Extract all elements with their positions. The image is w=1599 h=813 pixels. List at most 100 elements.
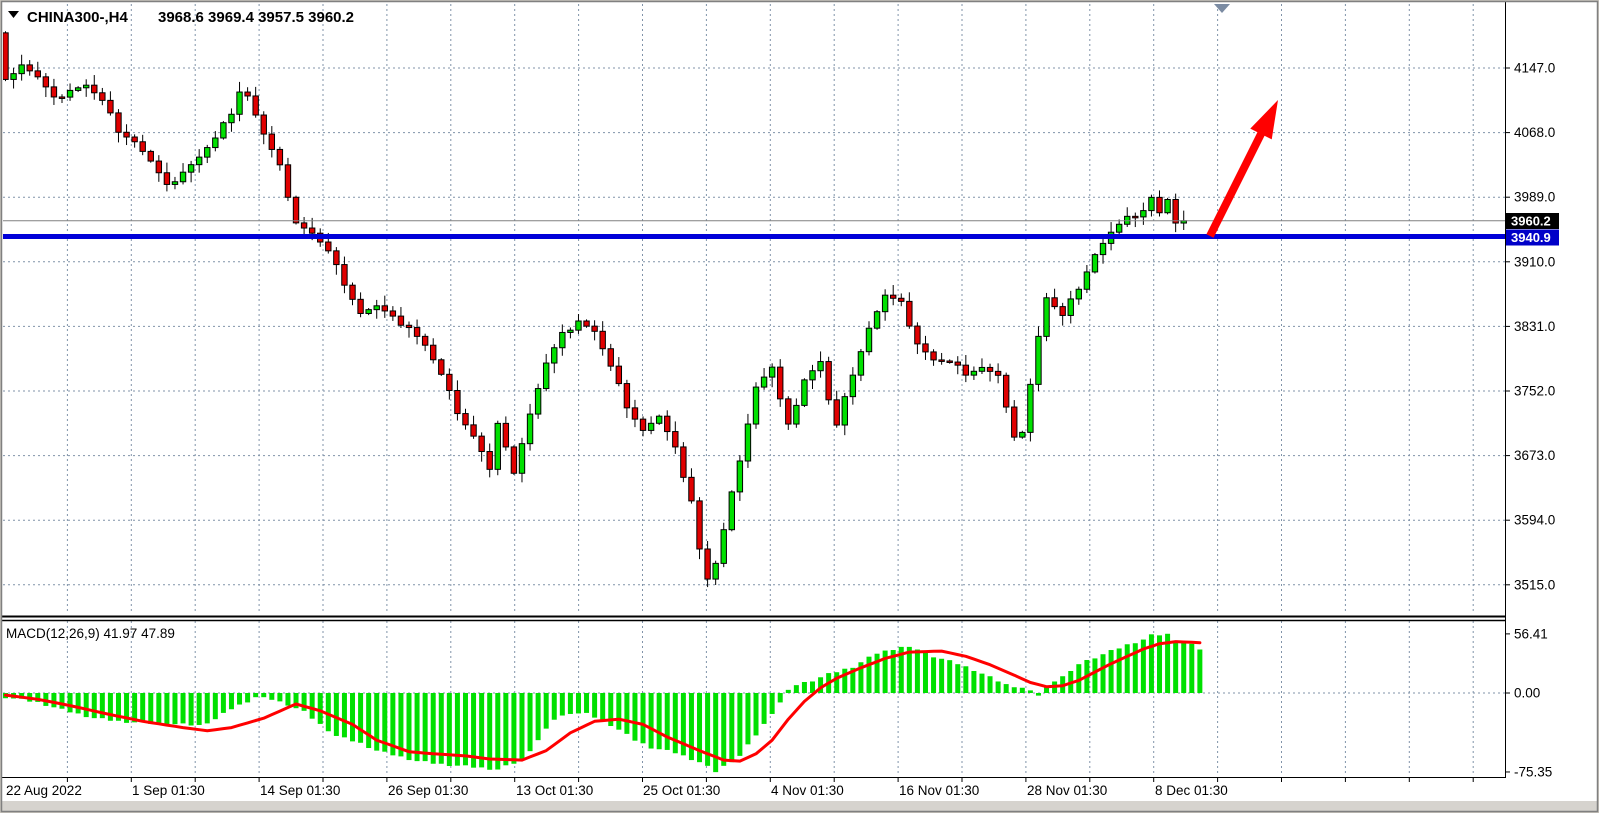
macd-histogram-bar — [665, 693, 670, 750]
bottom-strip — [2, 801, 1597, 811]
macd-histogram-bar — [770, 693, 775, 714]
macd-histogram-bar — [536, 693, 541, 740]
candle-bearish — [511, 445, 516, 475]
macd-histogram-bar — [996, 681, 1001, 693]
macd-histogram-bar — [92, 693, 97, 718]
candle-bearish — [681, 442, 686, 482]
macd-histogram-bar — [164, 693, 169, 725]
candle-bearish — [285, 158, 290, 201]
macd-histogram-bar — [754, 693, 759, 735]
date-tick-label: 22 Aug 2022 — [6, 783, 82, 798]
mt4-chart-window: 4147.04068.03989.03910.03831.03752.03673… — [0, 0, 1599, 813]
candle-bullish — [495, 421, 500, 476]
macd-histogram-bar — [334, 693, 339, 736]
ohlc-readout: 3968.6 3969.4 3957.5 3960.2 — [158, 9, 354, 26]
current-price-badge: 3960.2 — [1506, 213, 1559, 229]
macd-histogram-bar — [552, 693, 557, 720]
date-tick-label: 16 Nov 01:30 — [899, 783, 979, 798]
macd-histogram-bar — [261, 693, 266, 697]
candle-bearish — [3, 31, 8, 81]
macd-histogram-bar — [1149, 634, 1154, 693]
macd-histogram-bar — [947, 660, 952, 693]
candle-bullish — [1036, 326, 1041, 391]
candle-bullish — [221, 121, 226, 140]
macd-histogram-bar — [1004, 684, 1009, 693]
candle-bullish — [1092, 253, 1097, 274]
macd-histogram-bar — [423, 693, 428, 761]
macd-histogram-bar — [253, 693, 258, 697]
candle-bullish — [721, 523, 726, 567]
macd-histogram-bar — [1189, 644, 1194, 693]
macd-histogram-bar — [745, 693, 750, 744]
candle-bullish — [1165, 198, 1170, 215]
macd-histogram-bar — [84, 693, 89, 717]
macd-histogram-bar — [713, 693, 718, 772]
macd-histogram-bar — [616, 693, 621, 730]
macd-histogram-bar — [778, 693, 783, 702]
macd-histogram-bar — [737, 693, 742, 756]
price-tick-label: 3752.0 — [1514, 383, 1555, 398]
macd-histogram-bar — [511, 693, 516, 764]
candle-bullish — [729, 490, 734, 531]
macd-histogram-bar — [148, 693, 153, 724]
chart-canvas[interactable]: 4147.04068.03989.03910.03831.03752.03673… — [0, 0, 1599, 813]
macd-histogram-bar — [600, 693, 605, 720]
macd-histogram-bar — [213, 693, 218, 719]
macd-tick-label: 56.41 — [1514, 626, 1548, 641]
macd-histogram-bar — [1101, 654, 1106, 693]
date-tick-label: 8 Dec 01:30 — [1155, 783, 1228, 798]
price-tick-label: 4147.0 — [1514, 61, 1555, 76]
macd-histogram-bar — [197, 693, 202, 725]
chart-header: CHINA300-,H4 3968.6 3969.4 3957.5 3960.2 — [8, 9, 354, 26]
macd-histogram-bar — [866, 657, 871, 693]
current-price-badge-value: 3960.2 — [1511, 214, 1551, 229]
macd-histogram-bar — [189, 693, 194, 725]
price-tick-label: 3594.0 — [1514, 513, 1555, 528]
macd-histogram-bar — [229, 693, 234, 709]
macd-histogram-bar — [560, 693, 565, 716]
macd-histogram-bar — [1173, 642, 1178, 693]
macd-histogram-bar — [657, 693, 662, 749]
macd-indicator-label: MACD(12,26,9) 41.97 47.89 — [6, 626, 175, 641]
macd-histogram-bar — [181, 693, 186, 723]
candle-bullish — [656, 415, 661, 425]
candle-bullish — [874, 310, 879, 330]
macd-histogram-bar — [277, 693, 282, 701]
macd-histogram-bar — [802, 682, 807, 693]
macd-histogram-bar — [641, 693, 646, 743]
macd-histogram-bar — [584, 693, 589, 713]
macd-histogram-bar — [939, 659, 944, 693]
candle-bullish — [753, 382, 758, 429]
macd-histogram-bar — [237, 693, 242, 705]
macd-histogram-bar — [108, 693, 113, 721]
candle-bearish — [1003, 373, 1008, 413]
macd-histogram-bar — [963, 666, 968, 693]
macd-histogram-bar — [172, 693, 177, 724]
candle-bullish — [1020, 431, 1025, 439]
macd-histogram-bar — [245, 693, 250, 702]
macd-histogram-bar — [1020, 688, 1025, 693]
macd-histogram-bar — [842, 669, 847, 693]
candle-bearish — [293, 196, 298, 225]
macd-histogram-bar — [68, 693, 73, 712]
macd-tick-label: 0.00 — [1514, 686, 1540, 701]
macd-histogram-bar — [140, 693, 145, 722]
symbol-title: CHINA300-,H4 — [27, 9, 129, 26]
macd-histogram-bar — [649, 693, 654, 749]
macd-histogram-bar — [350, 693, 355, 741]
macd-histogram-bar — [76, 693, 81, 713]
macd-histogram-bar — [59, 693, 64, 709]
macd-histogram-bar — [51, 693, 56, 707]
macd-histogram-bar — [1036, 693, 1041, 696]
macd-histogram-bar — [519, 693, 524, 760]
price-tick-label: 3910.0 — [1514, 254, 1555, 269]
macd-histogram-bar — [1125, 644, 1130, 693]
macd-histogram-bar — [318, 693, 323, 724]
macd-histogram-bar — [673, 693, 678, 753]
candle-bearish — [826, 357, 831, 405]
price-tick-label: 4068.0 — [1514, 125, 1555, 140]
macd-histogram-bar — [205, 693, 210, 723]
price-tick-label: 3831.0 — [1514, 319, 1555, 334]
macd-histogram-bar — [221, 693, 226, 713]
macd-histogram-bar — [786, 690, 791, 693]
